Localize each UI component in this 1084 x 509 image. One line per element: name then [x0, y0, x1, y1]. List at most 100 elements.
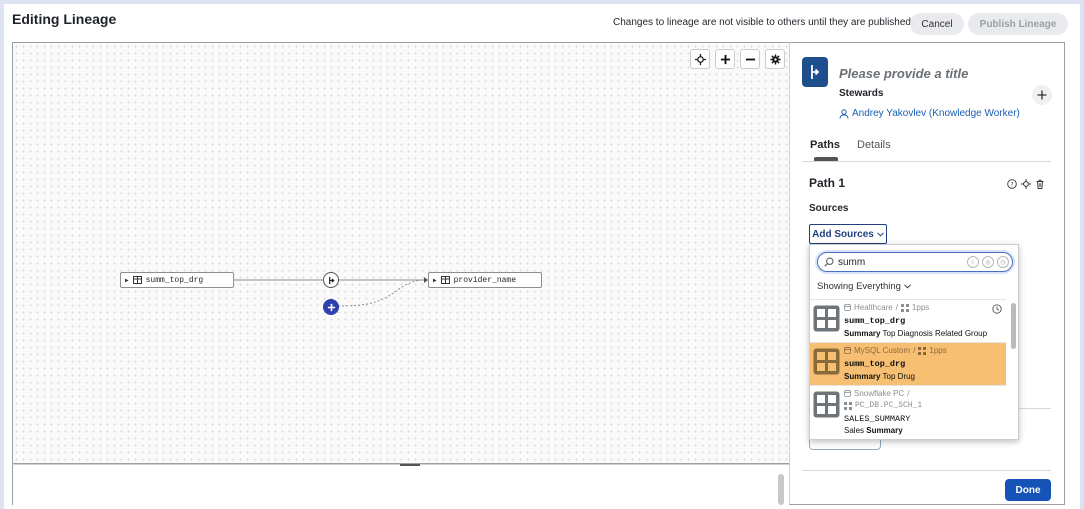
source-search-field[interactable]: ☆ ◎ ◷ — [817, 252, 1013, 272]
search-result-row[interactable]: Snowflake PC / PC_DB.PC_SCH_1 SALES_SUMM… — [810, 385, 1006, 439]
database-icon — [844, 390, 851, 397]
plus-icon — [720, 54, 730, 64]
expand-caret-icon[interactable]: ▶ — [433, 277, 437, 284]
lineage-process-node[interactable] — [323, 272, 339, 288]
result-source: Snowflake PC — [854, 389, 905, 398]
lineage-node-source[interactable]: ▶ summ_top_drg — [120, 272, 234, 288]
stewards-label: Stewards — [839, 88, 884, 99]
tab-divider — [802, 161, 1051, 162]
node-label: provider_name — [453, 275, 517, 285]
gear-icon — [769, 53, 781, 65]
plus-icon — [1037, 90, 1047, 100]
database-icon — [844, 304, 851, 311]
lineage-canvas[interactable] — [12, 42, 789, 464]
zoom-out-button[interactable] — [740, 49, 760, 69]
clock-filter-icon[interactable]: ◷ — [997, 256, 1009, 268]
table-icon — [813, 305, 840, 332]
breadcrumb-separator: / — [913, 346, 916, 355]
search-input[interactable] — [838, 256, 958, 268]
result-description-match: Summary — [866, 426, 903, 435]
schema-icon — [918, 346, 927, 355]
result-description-pre: Sales — [844, 426, 867, 435]
result-name: summ_top_drg — [844, 359, 906, 369]
result-schema: PC_DB.PC_SCH_1 — [855, 401, 923, 410]
lineage-flow-icon — [811, 65, 820, 79]
crosshair-icon — [694, 53, 706, 65]
table-icon — [813, 348, 840, 375]
result-source: Healthcare — [854, 303, 893, 312]
resize-handle[interactable] — [400, 464, 420, 466]
search-result-row-selected[interactable]: MySQL Custom / 1pps summ_top_drg Summary… — [810, 342, 1006, 385]
result-source: MySQL Custom — [854, 346, 911, 355]
database-icon — [844, 347, 851, 354]
lineage-title-input[interactable]: Please provide a title — [839, 66, 968, 81]
add-sources-label: Add Sources — [812, 228, 874, 240]
clock-icon — [992, 304, 1002, 314]
lineage-node-target[interactable]: ▶ provider_name — [428, 272, 542, 288]
search-results: Healthcare / 1pps summ_top_drg Summary T… — [810, 299, 1006, 439]
expand-caret-icon[interactable]: ▶ — [125, 277, 129, 284]
svg-text:?: ? — [1010, 181, 1013, 188]
trash-icon[interactable] — [1034, 178, 1045, 189]
result-description-rest: Top Drug — [880, 372, 916, 381]
page-title: Editing Lineage — [12, 11, 117, 27]
result-description-rest: Top Diagnosis Related Group — [880, 329, 988, 338]
result-name: SALES_SUMMARY — [844, 414, 911, 424]
results-scrollbar-thumb[interactable] — [1011, 303, 1016, 349]
steward-name: Andrey Yakovlev (Knowledge Worker) — [852, 108, 1020, 119]
filter-toggle-icon[interactable]: ◎ — [982, 256, 994, 268]
result-schema: 1pps — [929, 346, 947, 355]
table-icon — [440, 276, 450, 284]
result-description-match: Summary — [844, 329, 881, 338]
result-description: Summary Top Drug — [844, 372, 915, 381]
sources-label: Sources — [809, 203, 849, 214]
search-result-row[interactable]: Healthcare / 1pps summ_top_drg Summary T… — [810, 299, 1006, 342]
result-schema: 1pps — [911, 303, 930, 312]
panel-divider — [1019, 408, 1051, 409]
result-breadcrumb: MySQL Custom / 1pps — [844, 346, 947, 355]
star-filter-icon[interactable]: ☆ — [967, 256, 979, 268]
lineage-flow-icon — [328, 276, 335, 284]
locate-path-icon[interactable] — [1020, 178, 1031, 189]
publish-notice: Changes to lineage are not visible to ot… — [613, 17, 911, 28]
panel-footer-divider — [802, 470, 1051, 471]
chevron-down-icon — [876, 231, 884, 237]
steward-link[interactable]: Andrey Yakovlev (Knowledge Worker) — [839, 108, 1020, 119]
breadcrumb-separator: / — [895, 303, 898, 312]
canvas-settings-button[interactable] — [765, 49, 785, 69]
add-sources-button[interactable]: Add Sources — [809, 224, 887, 244]
cancel-button[interactable]: Cancel — [910, 13, 964, 35]
table-icon — [813, 391, 840, 418]
result-description: Summary Top Diagnosis Related Group — [844, 329, 987, 338]
add-steward-button[interactable] — [1032, 85, 1052, 105]
lineage-icon — [802, 57, 828, 87]
zoom-in-button[interactable] — [715, 49, 735, 69]
canvas-bottom-panel — [12, 464, 789, 505]
publish-lineage-button[interactable]: Publish Lineage — [968, 13, 1068, 35]
breadcrumb-separator: / — [907, 389, 910, 398]
chevron-down-icon — [904, 284, 911, 289]
help-icon[interactable]: ? — [1006, 178, 1017, 189]
node-label: summ_top_drg — [145, 275, 204, 285]
user-icon — [839, 108, 849, 119]
schema-icon — [900, 303, 909, 312]
search-scope-dropdown[interactable]: Showing Everything — [817, 281, 911, 292]
recenter-button[interactable] — [690, 49, 710, 69]
table-icon — [132, 276, 142, 284]
search-icon — [824, 257, 834, 267]
add-path-button[interactable] — [323, 299, 339, 315]
path-actions: ? — [1006, 178, 1045, 189]
result-breadcrumb: Snowflake PC / — [844, 389, 909, 398]
minus-icon — [745, 58, 755, 60]
plus-icon — [327, 303, 335, 311]
search-filters: ☆ ◎ ◷ — [967, 256, 1009, 268]
done-button[interactable]: Done — [1005, 479, 1051, 501]
result-breadcrumb: Healthcare / 1pps — [844, 303, 929, 312]
canvas-scrollbar[interactable] — [778, 474, 784, 505]
result-name: summ_top_drg — [844, 316, 906, 326]
tab-details[interactable]: Details — [857, 139, 891, 151]
result-schema-line: PC_DB.PC_SCH_1 — [844, 401, 922, 410]
tab-paths[interactable]: Paths — [810, 139, 840, 151]
result-description-match: Summary — [844, 372, 881, 381]
schema-icon — [844, 401, 852, 410]
